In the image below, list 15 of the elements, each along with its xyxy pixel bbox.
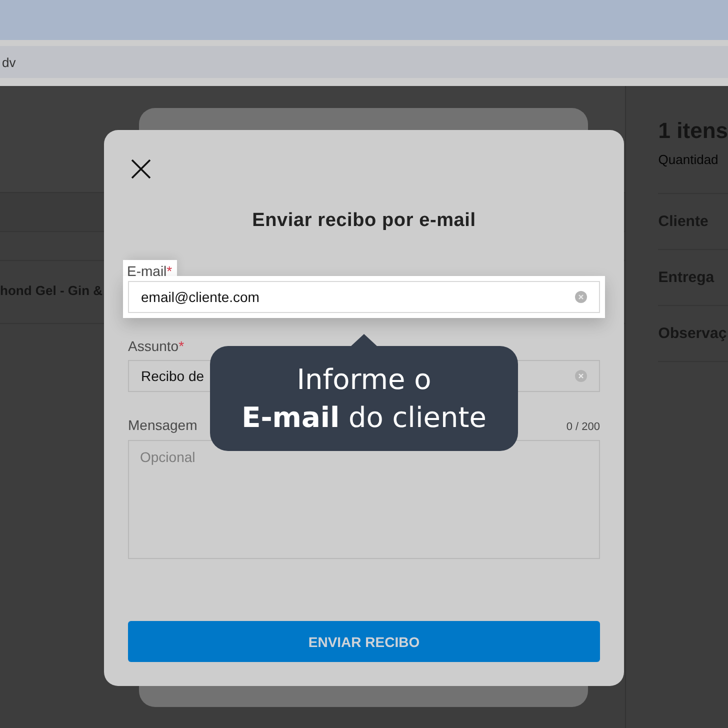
field-label: Mensagem — [128, 417, 198, 433]
required-mark: * — [166, 263, 172, 279]
character-counter: 0 / 200 — [566, 421, 600, 433]
required-mark: * — [178, 338, 184, 354]
summary-subtitle: Quantidad — [658, 152, 728, 194]
tooltip-text: E-mail do cliente — [242, 400, 486, 436]
dialog-title: Enviar recibo por e-mail — [251, 210, 477, 232]
tooltip-text: Informe o — [296, 362, 432, 398]
close-icon[interactable] — [130, 158, 152, 180]
field-label: E-mail — [127, 263, 167, 279]
clear-icon[interactable] — [575, 291, 587, 303]
send-receipt-button[interactable]: ENVIAR RECIBO — [128, 621, 600, 662]
field-label: Assunto — [128, 338, 179, 354]
address-text: dv — [2, 54, 16, 70]
clear-icon[interactable] — [575, 370, 587, 382]
